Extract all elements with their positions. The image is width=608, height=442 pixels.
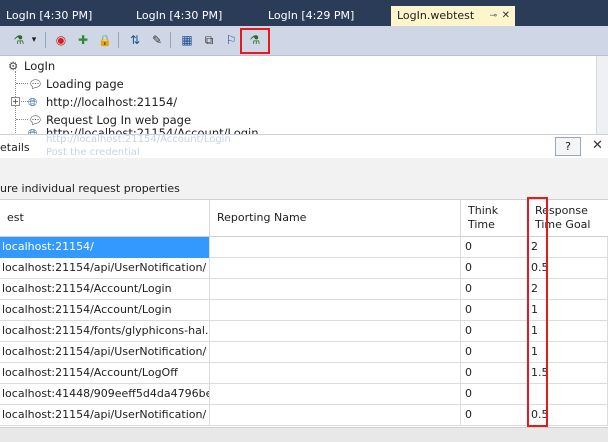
comment-icon: 💬︎ [28,77,43,91]
cell-reporting-name[interactable] [210,321,461,342]
cell-think-time[interactable]: 0 [461,363,528,384]
tab-login-3[interactable]: LogIn [4:29 PM] [262,6,390,26]
globe-icon: 🌐︎ [28,95,38,109]
cell-request[interactable]: localhost:21154/Account/Login [0,279,210,300]
stop-icon[interactable]: ◉ [52,31,70,49]
cell-request[interactable]: localhost:21154/Account/Login [0,300,210,321]
details-subheader: ure individual request properties [0,158,608,200]
tree-item-comment[interactable]: 💬︎ Loading page [28,75,124,93]
tab-login-2[interactable]: LogIn [4:30 PM] [130,6,258,26]
tab-login-1[interactable]: LogIn [4:30 PM] [0,6,128,26]
toolbar-separator [45,32,46,48]
tab-label: LogIn [4:29 PM] [268,9,355,22]
cell-request[interactable]: localhost:21154/api/UserNotification/ [0,258,210,279]
expand-icon[interactable]: + [11,97,20,106]
dropdown-arrow-icon[interactable]: ▾ [28,31,40,49]
tree-node-label: Loading page [46,77,124,91]
webtest-toolbar: ⚗ ▾ ◉ ✚ 🔒 ⇅ ✎ ▦ ⧉ ⚐ ⚗ [0,26,608,56]
cell-request[interactable]: localhost:21154/api/UserNotification/ [0,405,210,426]
cell-think-time[interactable]: 0 [461,384,528,405]
cell-reporting-name[interactable] [210,237,461,258]
highlight-box-toolbar [240,28,270,54]
tab-label: LogIn [4:30 PM] [6,9,93,22]
table-row[interactable]: localhost:21154/api/UserNotification/0 1 [0,342,608,363]
help-button[interactable]: ? [555,137,581,156]
webtest-icon: ⚙ [8,59,19,73]
table-row[interactable]: localhost:21154/fonts/glyphicons-hal... 0… [0,321,608,342]
cell-think-time[interactable]: 0 [461,279,528,300]
tab-label: LogIn.webtest [397,9,475,22]
details-subtitle: ure individual request properties [0,182,180,195]
tree-item-request[interactable]: 🌐︎ http://localhost:21154/ [28,93,177,111]
globe-icon: 🌐︎ [28,126,38,134]
request-tree: ⚙ LogIn 💬︎ Loading page + 🌐︎ http://localho… [0,56,608,134]
tree-line [21,101,28,102]
tab-label: LogIn [4:30 PM] [136,9,223,22]
close-icon[interactable]: ✕ [502,6,510,26]
cell-think-time[interactable]: 0 [461,237,528,258]
column-header-reporting-name[interactable]: Reporting Name [210,200,461,237]
cell-think-time[interactable]: 0 [461,321,528,342]
table-row[interactable]: localhost:21154/Account/LogOff 0 1.5 [0,363,608,384]
table-row[interactable]: localhost:21154/Account/Login 0 1 [0,300,608,321]
generate-code-icon[interactable]: ⧉ [200,31,218,49]
lock-icon[interactable]: 🔒 [96,31,114,49]
cell-request[interactable]: localhost:41448/909eeff5d4da4796be... [0,384,210,405]
cell-reporting-name[interactable] [210,342,461,363]
column-header-request[interactable]: est [0,200,210,237]
tree-node-label: LogIn [24,59,56,73]
ghost-tree-item: http://localhost:21154/Account/Login [46,134,231,145]
tree-root-login[interactable]: ⚙ LogIn [8,57,55,75]
cell-think-time[interactable]: 0 [461,258,528,279]
horizontal-scrollbar[interactable] [0,427,608,442]
cell-request[interactable]: localhost:21154/Account/LogOff [0,363,210,384]
document-tab-strip: LogIn [4:30 PM] LogIn [4:30 PM] LogIn [4… [0,0,608,26]
cell-reporting-name[interactable] [210,300,461,321]
tree-scrollbar[interactable] [596,56,608,134]
cell-request[interactable]: localhost:21154/fonts/glyphicons-hal... [0,321,210,342]
recorder-icon[interactable]: ⚐ [222,31,240,49]
tab-login-webtest[interactable]: LogIn.webtest ⊸ ✕ [391,6,515,26]
tree-node-label: http://localhost:21154/Account/Login [46,126,259,134]
add-request-icon[interactable]: ⚗ [10,31,28,49]
cell-think-time[interactable]: 0 [461,300,528,321]
cell-request[interactable]: localhost:21154/api/UserNotification/ [0,342,210,363]
cell-reporting-name[interactable] [210,279,461,300]
datasource-icon[interactable]: ▦ [178,31,196,49]
column-header-think-time[interactable]: Think Time [461,200,528,237]
cell-request[interactable]: localhost:21154/ [0,237,210,258]
tree-line [16,83,28,84]
tree-node-label: http://localhost:21154/ [46,95,178,109]
cell-reporting-name[interactable] [210,384,461,405]
close-icon[interactable]: ✕ [592,138,603,153]
pin-icon[interactable]: ⊸ [489,6,497,26]
cell-reporting-name[interactable] [210,258,461,279]
tree-line [16,119,28,120]
table-row[interactable]: localhost:21154/api/UserNotification/0 0.… [0,258,608,279]
details-panel-header: etails http://localhost:21154/Account/Lo… [0,134,608,158]
request-properties-grid: est Reporting Name Think Time Response T… [0,200,608,442]
table-row[interactable]: localhost:21154/0 2 [0,237,608,258]
tree-item-request-partial[interactable]: 🌐︎ http://localhost:21154/Account/Login [28,126,259,134]
highlight-box-goal-column [527,197,548,427]
cell-reporting-name[interactable] [210,363,461,384]
details-title: etails [0,141,30,154]
ghost-tree-item: Post the credential [46,147,140,158]
table-row[interactable]: localhost:21154/api/UserNotification/0 0.… [0,405,608,426]
extraction-icon[interactable]: ✎ [148,31,166,49]
cell-think-time[interactable]: 0 [461,405,528,426]
toolbar-separator [118,32,119,48]
toolbar-separator [170,32,171,48]
tree-node-label: Request Log In web page [46,113,192,127]
cell-think-time[interactable]: 0 [461,342,528,363]
parameterize-icon[interactable]: ⇅ [126,31,144,49]
add-plugin-icon[interactable]: ✚ [74,31,92,49]
table-row[interactable]: localhost:41448/909eeff5d4da4796be... 0 [0,384,608,405]
cell-reporting-name[interactable] [210,405,461,426]
table-row[interactable]: localhost:21154/Account/Login 0 2 [0,279,608,300]
